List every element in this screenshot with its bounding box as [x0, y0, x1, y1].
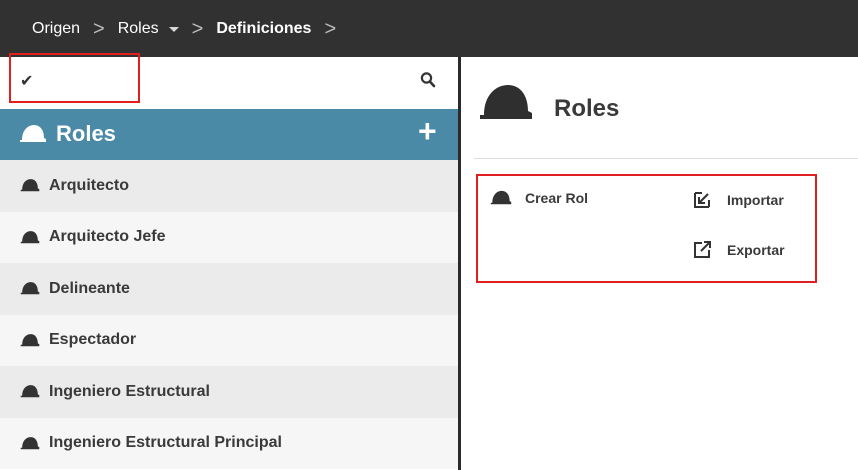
create-role-label: Crear Rol: [525, 190, 589, 206]
create-role-button[interactable]: Crear Rol: [490, 190, 588, 206]
list-item-label: Delineante: [49, 279, 130, 297]
export-button[interactable]: Exportar: [693, 241, 785, 259]
helmet-icon: [20, 125, 46, 142]
helmet-icon: [480, 85, 532, 119]
breadcrumb-roles-label: Roles: [117, 19, 159, 37]
panel-divider[interactable]: [458, 57, 461, 470]
list-item-label: Arquitecto Jefe: [49, 228, 166, 246]
page-title: Roles: [554, 95, 620, 122]
import-button[interactable]: Importar: [693, 191, 784, 209]
list-item[interactable]: Ingeniero Estructural: [0, 366, 458, 418]
helmet-icon: [20, 230, 40, 243]
import-label: Importar: [727, 192, 784, 208]
list-item-label: Espectador: [49, 331, 137, 349]
roles-header-title: Roles: [56, 121, 116, 146]
breadcrumb-separator: >: [191, 17, 204, 40]
list-item-label: Ingeniero Estructural: [49, 382, 210, 400]
helmet-icon: [20, 333, 40, 346]
export-label: Exportar: [727, 242, 785, 258]
import-icon: [694, 192, 710, 208]
plus-icon[interactable]: +: [418, 115, 437, 147]
divider: [474, 158, 858, 159]
breadcrumb-separator: >: [324, 17, 337, 40]
caret-down-icon[interactable]: [168, 27, 179, 32]
list-item[interactable]: Delineante: [0, 263, 458, 315]
list-item[interactable]: Arquitecto Jefe: [0, 211, 458, 263]
helmet-icon: [20, 179, 40, 192]
list-item-label: Ingeniero Estructural Principal: [49, 434, 282, 452]
list-item-label: Arquitecto: [49, 176, 129, 194]
list-item[interactable]: Arquitecto: [0, 160, 458, 212]
breadcrumb-item-definiciones[interactable]: Definiciones: [216, 20, 311, 38]
highlight-box-roles-header: [9, 53, 140, 103]
breadcrumb-separator: >: [93, 17, 105, 40]
breadcrumb-item-roles[interactable]: Roles: [118, 20, 179, 38]
roles-tree-panel: ✔ Roles + Arquitecto Arquitecto Jefe Del…: [0, 57, 458, 470]
helmet-icon: [20, 282, 40, 295]
breadcrumb-item-origen[interactable]: Origen: [32, 20, 80, 38]
roles-list: Arquitecto Arquitecto Jefe Delineante Es…: [0, 160, 458, 469]
helmet-icon: [20, 385, 40, 398]
helmet-icon: [490, 190, 512, 205]
roles-header[interactable]: Roles +: [0, 109, 458, 160]
search-icon[interactable]: [420, 71, 436, 89]
list-item[interactable]: Espectador: [0, 314, 458, 366]
helmet-icon: [20, 436, 40, 449]
list-item[interactable]: Ingeniero Estructural Principal: [0, 417, 458, 469]
export-icon: [694, 241, 711, 258]
breadcrumb-bar: Origen > Roles > Definiciones >: [0, 0, 858, 57]
